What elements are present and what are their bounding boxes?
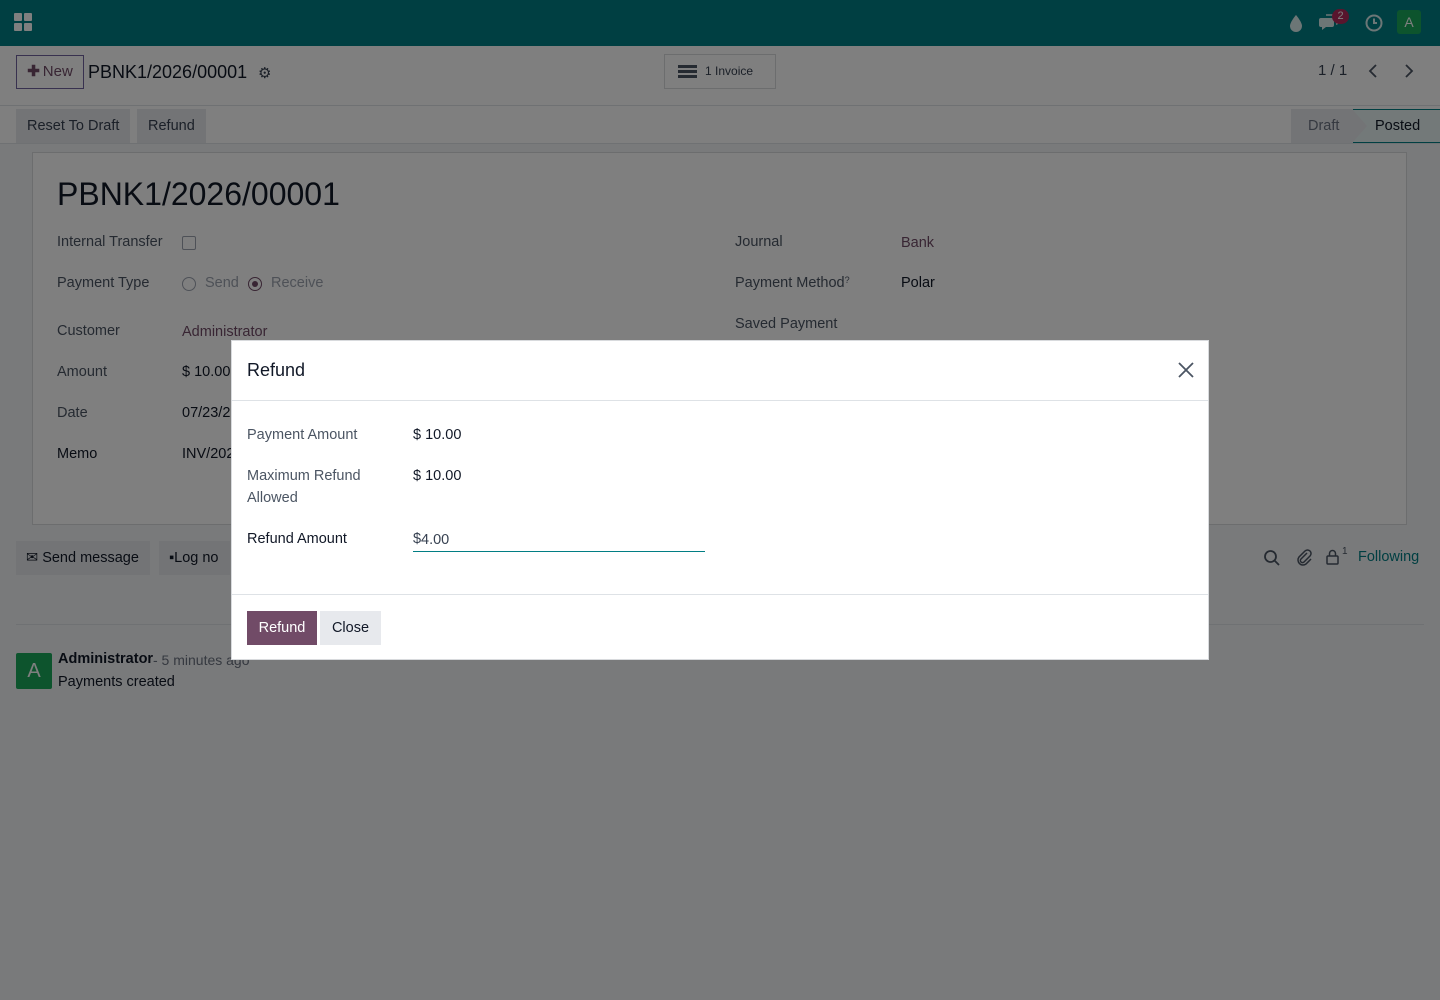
max-refund-value: $ 10.00 — [413, 468, 462, 484]
close-button[interactable]: Close — [320, 611, 381, 645]
dialog-footer: Refund Close — [232, 594, 1208, 659]
refund-amount-label: Refund Amount — [247, 531, 347, 547]
payment-amount-value: $ 10.00 — [413, 427, 462, 443]
max-refund-label-line2: Allowed — [247, 490, 298, 506]
close-icon[interactable] — [1176, 360, 1196, 380]
refund-amount-input[interactable] — [413, 528, 705, 552]
refund-dialog: Refund Payment Amount $ 10.00 Maximum Re… — [231, 340, 1209, 660]
payment-amount-label: Payment Amount — [247, 427, 358, 443]
max-refund-label-line1: Maximum Refund — [247, 468, 361, 484]
refund-button[interactable]: Refund — [247, 611, 317, 645]
dialog-title: Refund — [247, 360, 306, 380]
dialog-header: Refund — [232, 341, 1208, 401]
